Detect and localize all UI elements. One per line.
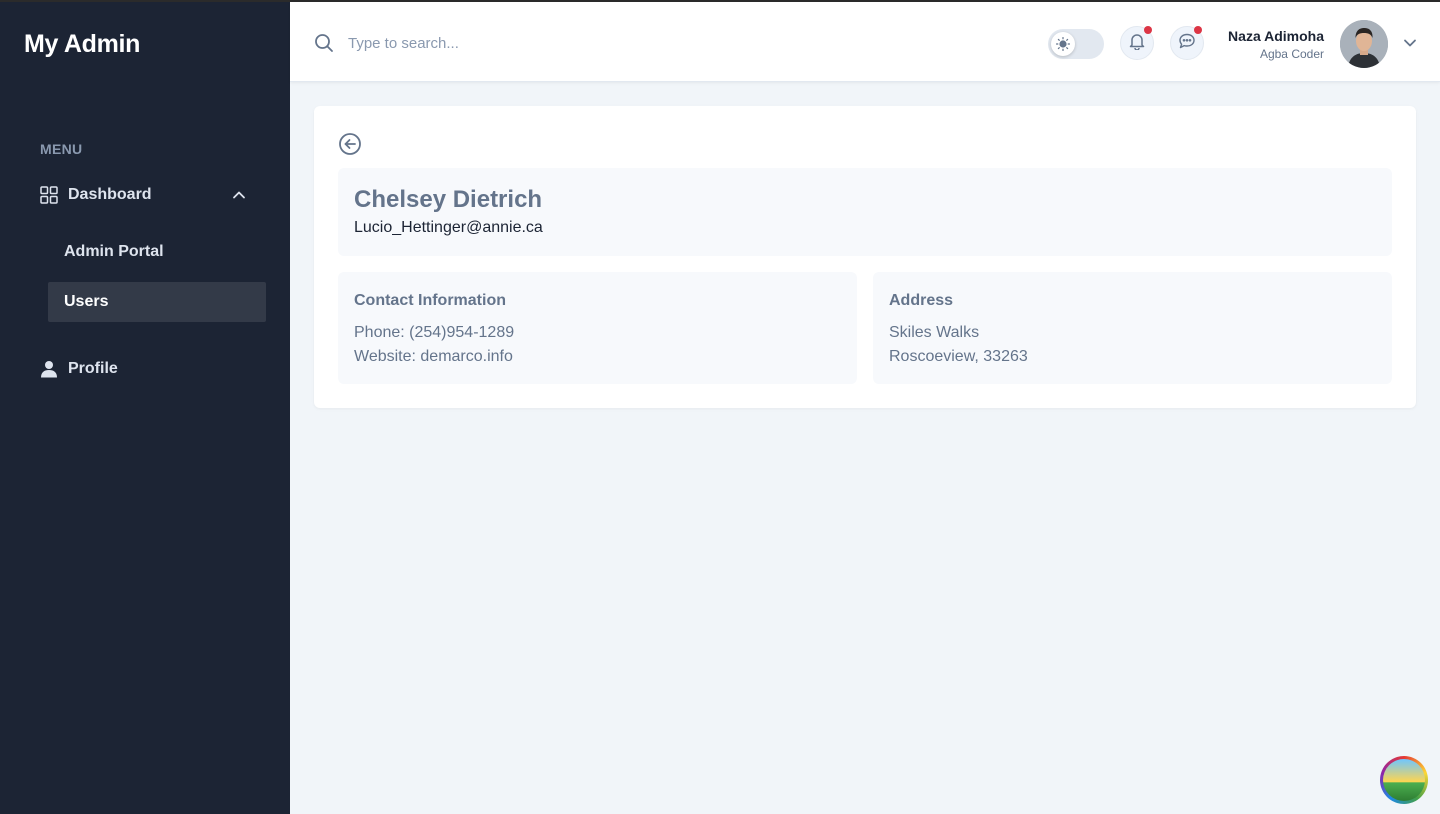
sidebar: My Admin MENU Dashboard Admin Portal Use… [0,2,290,814]
user-detail-card: Chelsey Dietrich Lucio_Hettinger@annie.c… [314,106,1416,408]
chevron-up-icon[interactable] [232,188,246,202]
floating-app-icon[interactable] [1380,756,1428,804]
sidebar-item-label: Profile [68,360,118,377]
sun-icon [1051,32,1075,56]
sidebar-subitem-users[interactable]: Users [48,282,266,322]
street-text: Skiles Walks [889,324,980,341]
user-summary: Chelsey Dietrich Lucio_Hettinger@annie.c… [338,168,1392,256]
message-dot [1194,26,1202,34]
palm-island-icon [1383,759,1425,801]
sidebar-subitem-admin-portal[interactable]: Admin Portal [48,232,266,272]
user-email: Lucio_Hettinger@annie.ca [354,219,543,236]
brand-logo[interactable]: My Admin [24,30,140,59]
phone-text: Phone: (254)954-1289 [354,324,515,341]
user-name[interactable]: Naza Adimoha [1228,28,1324,44]
bell-icon [1128,32,1146,55]
user-full-name: Chelsey Dietrich [354,186,543,213]
chat-icon [1178,32,1196,55]
notifications-button[interactable] [1120,26,1154,60]
contact-title: Contact Information [354,292,506,309]
address-title: Address [889,292,954,309]
address-box: Address Skiles Walks Roscoeview, 33263 [873,272,1392,384]
sidebar-item-dashboard[interactable]: Dashboard [24,175,266,215]
contact-information-box: Contact Information Phone: (254)954-1289… [338,272,857,384]
back-arrow-icon[interactable] [338,132,362,156]
user-role: Agba Coder [1259,47,1324,61]
sidebar-item-label: Dashboard [68,186,152,203]
menu-heading: MENU [40,141,83,157]
messages-button[interactable] [1170,26,1204,60]
chevron-down-icon[interactable] [1403,36,1417,50]
top-header: Naza Adimoha Agba Coder [290,2,1440,82]
avatar[interactable] [1340,20,1388,68]
grid-icon [40,186,58,204]
notification-dot [1144,26,1152,34]
sidebar-item-profile[interactable]: Profile [24,349,266,389]
website-text: Website: demarco.info [354,348,513,365]
city-zip-text: Roscoeview, 33263 [889,348,1028,365]
user-icon [40,360,58,378]
search-icon[interactable] [314,33,334,53]
search-input[interactable] [348,30,668,56]
theme-toggle[interactable] [1048,29,1104,59]
